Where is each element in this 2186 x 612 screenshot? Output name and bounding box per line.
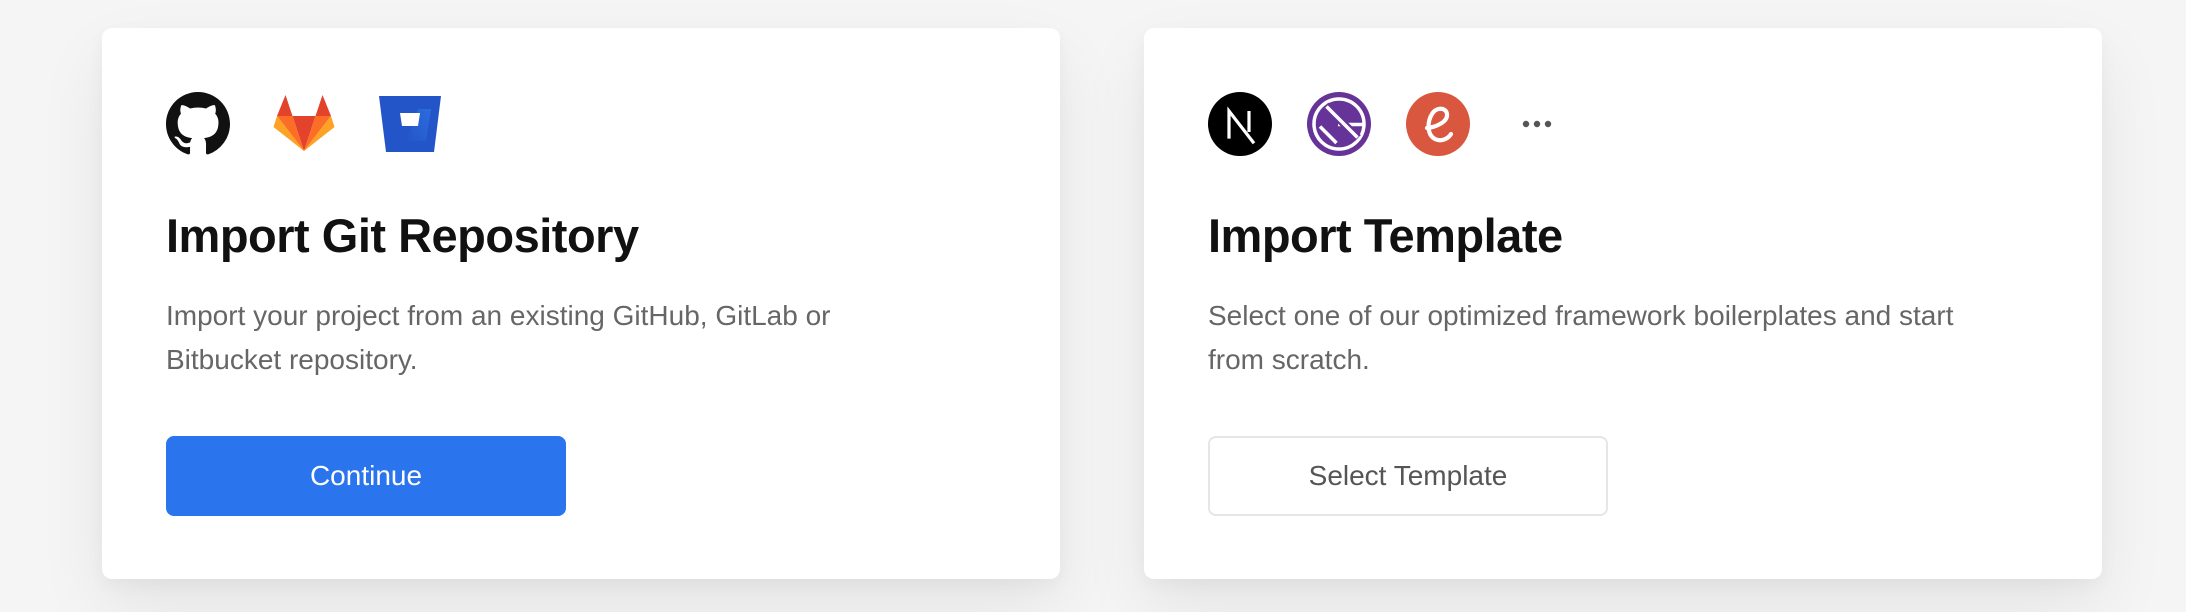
import-git-repository-card: Import Git Repository Import your projec… [102, 28, 1060, 579]
card-description: Import your project from an existing Git… [166, 300, 831, 375]
select-template-button[interactable]: Select Template [1208, 436, 1608, 516]
eleventy-icon [1406, 92, 1470, 156]
card-title: Import Git Repository [166, 209, 639, 262]
continue-button[interactable]: Continue [166, 436, 566, 516]
gatsby-icon [1307, 92, 1371, 156]
template-framework-icons [1208, 92, 2102, 156]
card-description: Select one of our optimized framework bo… [1208, 300, 1954, 375]
continue-button-label: Continue [309, 460, 423, 491]
more-icon[interactable] [1505, 92, 1569, 156]
import-template-card: Import Template Select one of our optimi… [1144, 28, 2102, 579]
git-provider-icons [166, 92, 1060, 156]
bitbucket-icon [378, 92, 442, 156]
card-title: Import Template [1208, 209, 1563, 262]
github-icon [166, 92, 230, 156]
nextjs-icon [1208, 92, 1272, 156]
select-template-button-label: Select Template [1308, 460, 1508, 491]
gitlab-icon [272, 92, 336, 156]
